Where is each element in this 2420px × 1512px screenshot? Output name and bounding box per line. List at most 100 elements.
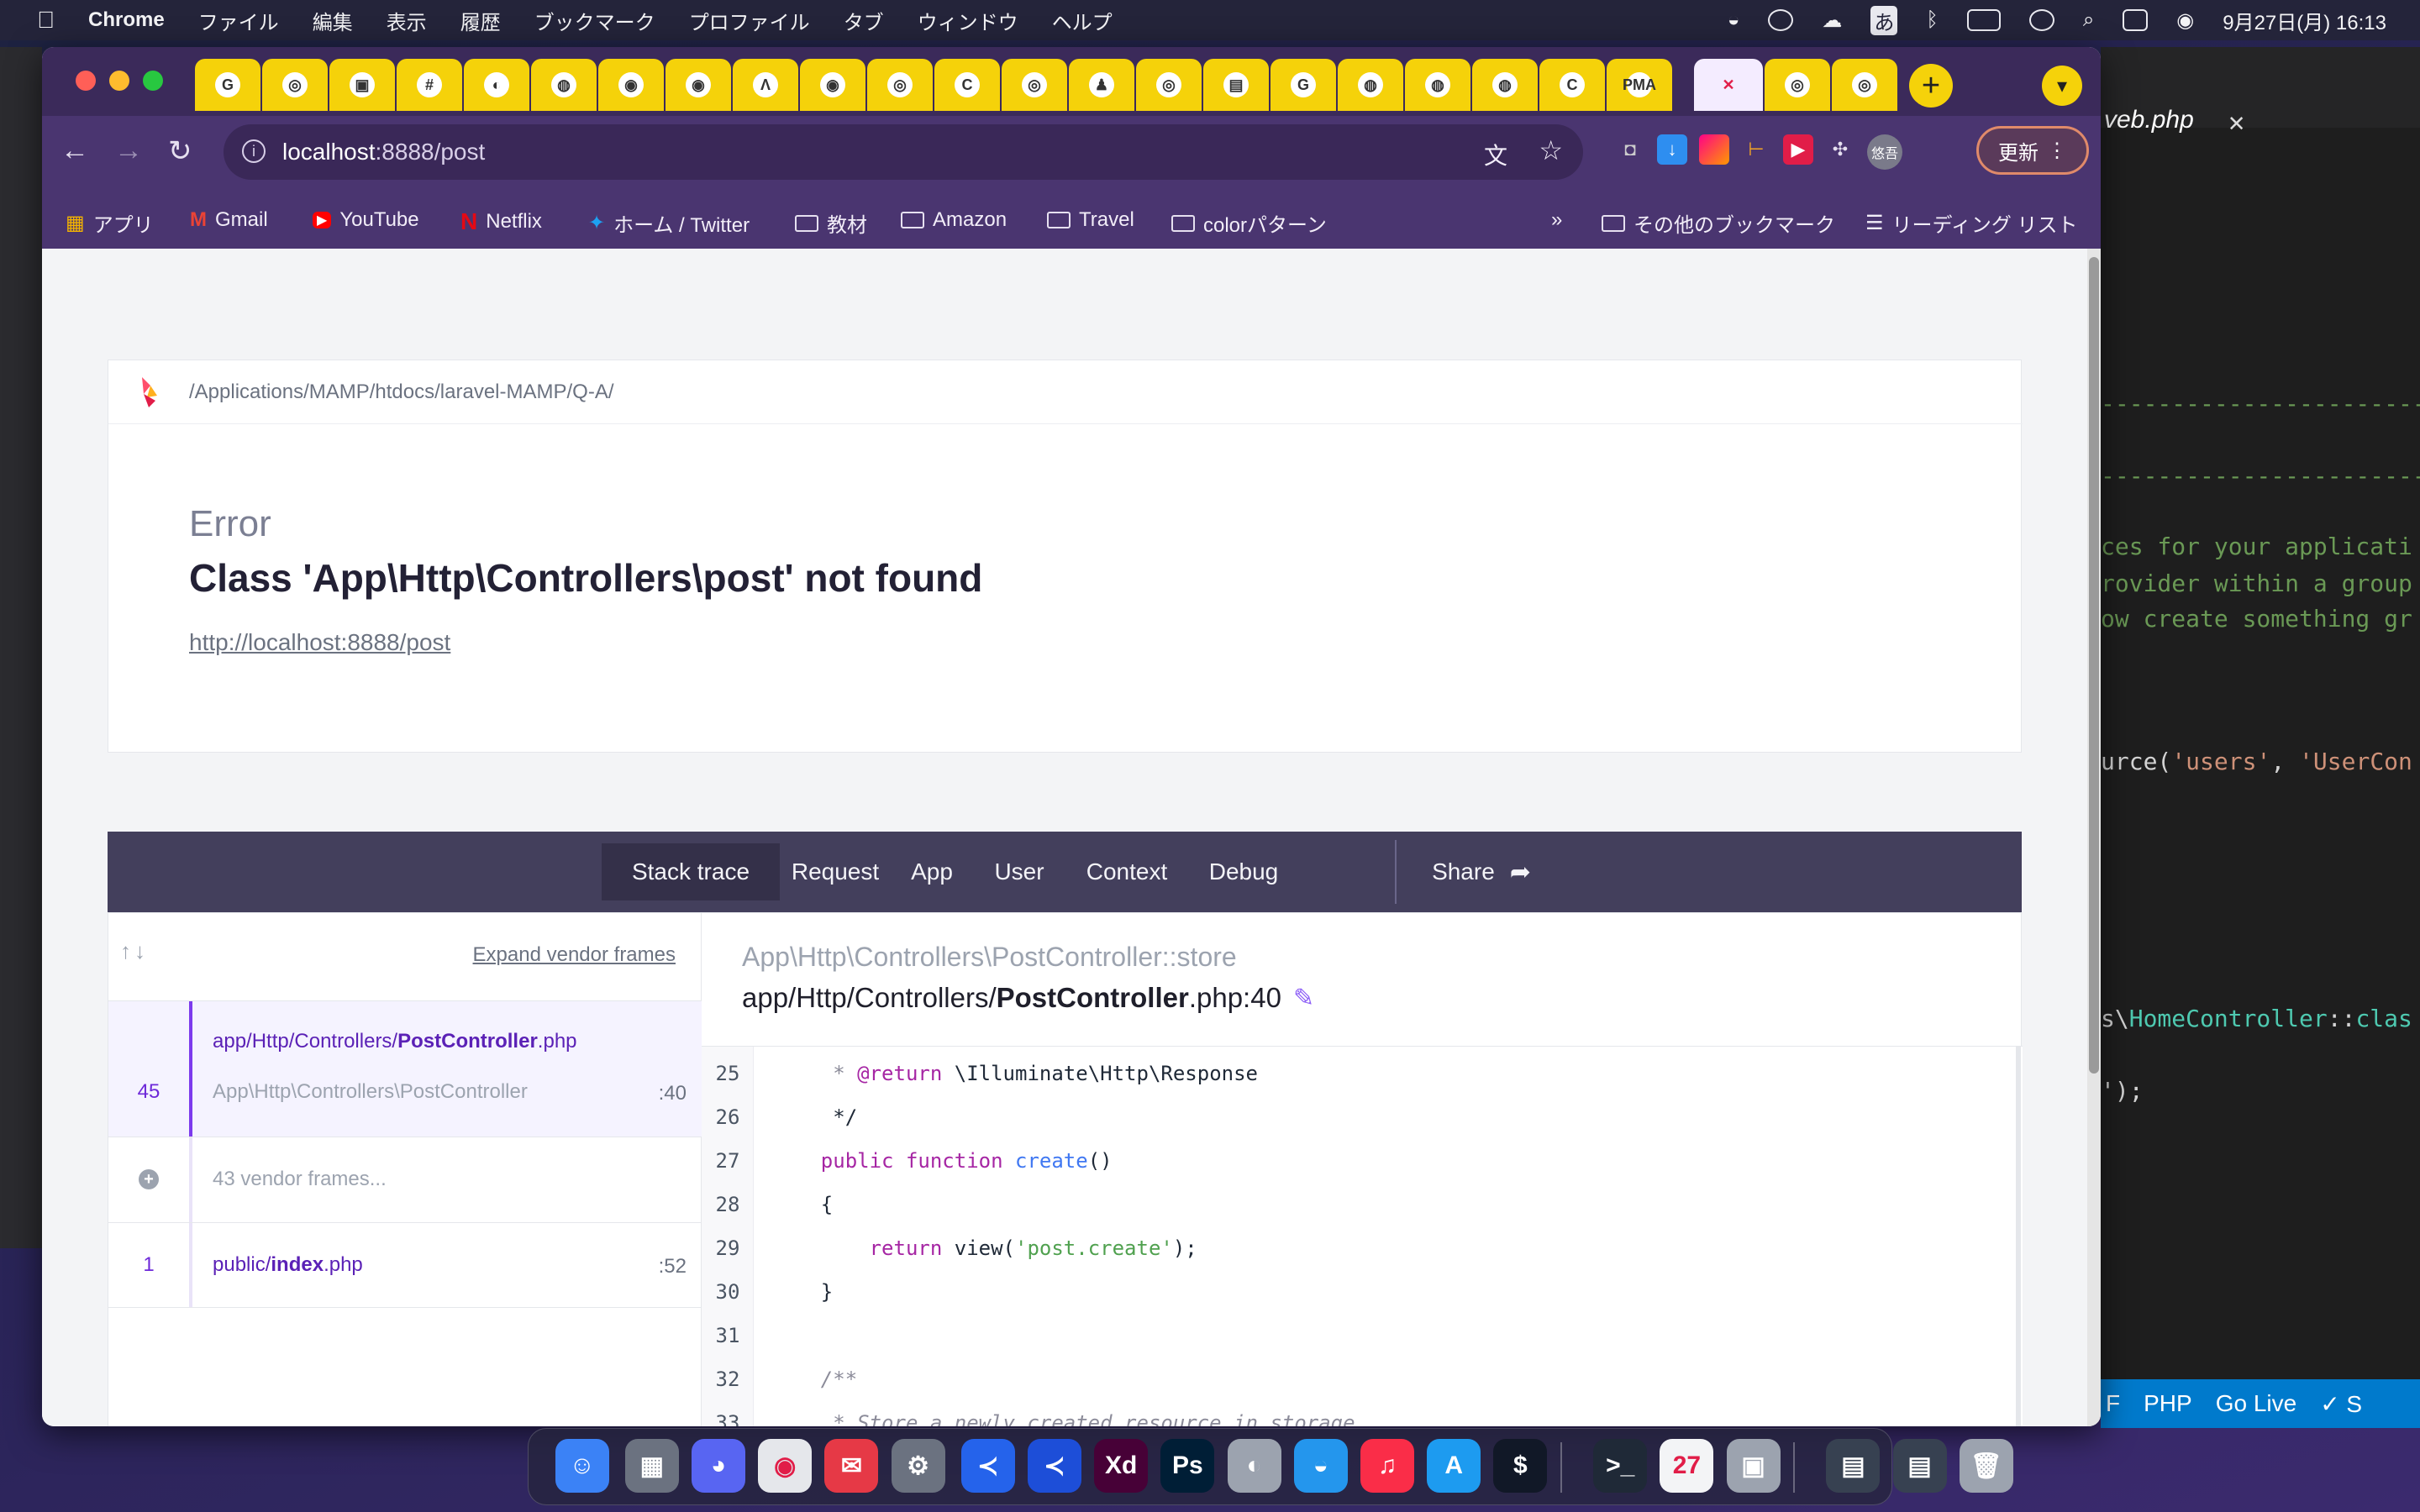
- photoshop-icon[interactable]: Ps: [1160, 1439, 1215, 1493]
- docker-icon[interactable]: ◒: [1293, 1439, 1348, 1493]
- browser-tab[interactable]: PMA: [1607, 59, 1672, 111]
- status-go-live[interactable]: Go Live: [2216, 1390, 2297, 1417]
- status-item[interactable]: F: [2106, 1390, 2120, 1417]
- maximize-window-button[interactable]: [143, 71, 163, 91]
- trash-icon[interactable]: 🗑: [1959, 1439, 2013, 1493]
- video-extension-icon[interactable]: ▶: [1783, 134, 1813, 165]
- browser-tab[interactable]: ◍: [531, 59, 597, 111]
- siri-icon[interactable]: ◉: [2176, 8, 2194, 33]
- expand-vendor-frames-link[interactable]: Expand vendor frames: [473, 943, 676, 967]
- edit-pencil-icon[interactable]: ✎: [1293, 984, 1314, 1013]
- user-icon[interactable]: [2028, 9, 2054, 31]
- address-bar[interactable]: i localhost:8888/post 文 ☆: [224, 124, 1583, 180]
- finder-icon[interactable]: ☺: [555, 1439, 609, 1493]
- tableplus-icon[interactable]: ◐: [1227, 1439, 1281, 1493]
- vscode-tab-close-icon[interactable]: ✕: [2228, 106, 2244, 138]
- chrome-icon[interactable]: ◉: [758, 1439, 813, 1493]
- browser-tab[interactable]: #: [397, 59, 462, 111]
- tab-app[interactable]: App: [891, 843, 973, 900]
- reload-button[interactable]: ↻: [168, 134, 192, 168]
- stack-frame-selected[interactable]: 45 app/Http/Controllers/PostController.p…: [108, 1000, 702, 1137]
- bookmark-other[interactable]: その他のブックマーク: [1602, 208, 1835, 238]
- browser-tab[interactable]: ◎: [867, 59, 933, 111]
- bookmark-star-icon[interactable]: ☆: [1539, 134, 1563, 166]
- tab-active[interactable]: ✕: [1694, 59, 1763, 111]
- menu-edit[interactable]: 編集: [313, 6, 353, 35]
- browser-tab[interactable]: C: [934, 59, 1000, 111]
- translate-icon[interactable]: 文: [1484, 138, 1507, 171]
- tab-debug[interactable]: Debug: [1188, 843, 1299, 900]
- menu-window[interactable]: ウィンドウ: [918, 6, 1018, 35]
- browser-tab[interactable]: G: [1270, 59, 1336, 111]
- menu-app-name[interactable]: Chrome: [88, 8, 165, 32]
- browser-tab[interactable]: ◎: [1002, 59, 1067, 111]
- bookmark-folder-travel[interactable]: Travel: [1047, 208, 1134, 232]
- calendar-icon[interactable]: 27: [1660, 1439, 1714, 1493]
- music-icon[interactable]: ♫: [1360, 1439, 1414, 1493]
- menu-history[interactable]: 履歴: [460, 6, 501, 35]
- browser-tab[interactable]: C: [1539, 59, 1605, 111]
- bookmark-youtube[interactable]: ▶ YouTube: [313, 208, 419, 232]
- browser-tab[interactable]: ▣: [329, 59, 395, 111]
- frame-nav-arrows-icon[interactable]: ↑↓: [120, 938, 149, 964]
- menu-view[interactable]: 表示: [387, 6, 427, 35]
- site-info-icon[interactable]: i: [242, 139, 266, 163]
- discord-icon[interactable]: ◕: [692, 1439, 746, 1493]
- bookmark-folder-colorpattern[interactable]: colorパターン: [1171, 208, 1327, 238]
- vendor-frames-collapsed[interactable]: + 43 vendor frames...: [108, 1137, 702, 1222]
- error-url-link[interactable]: http://localhost:8888/post: [189, 629, 450, 656]
- bookmark-folder-kyozai[interactable]: 教材: [795, 208, 867, 238]
- extensions-puzzle-icon[interactable]: ✣: [1825, 134, 1855, 165]
- browser-tab[interactable]: ◐: [464, 59, 529, 111]
- bluetooth-icon[interactable]: ᛒ: [1926, 8, 1938, 32]
- bookmark-apps[interactable]: ▦ アプリ: [66, 208, 154, 238]
- terminal-icon[interactable]: >_: [1593, 1439, 1648, 1493]
- control-center-icon[interactable]: [2123, 9, 2149, 31]
- browser-tab[interactable]: ◎: [1832, 59, 1897, 111]
- browser-tab[interactable]: ◉: [666, 59, 731, 111]
- creative-cloud-icon[interactable]: ☁: [1822, 8, 1842, 33]
- spotlight-search-icon[interactable]: ⌕: [2083, 8, 2094, 32]
- browser-tab[interactable]: ◉: [598, 59, 664, 111]
- tab-request[interactable]: Request: [780, 843, 891, 900]
- minimize-window-button[interactable]: [109, 71, 129, 91]
- browser-tab[interactable]: ♟: [1069, 59, 1134, 111]
- forward-button[interactable]: →: [114, 134, 143, 167]
- stack-frame[interactable]: 1 public/index.php :52: [108, 1222, 702, 1308]
- gradient-extension-icon[interactable]: [1699, 134, 1729, 165]
- time-machine-icon[interactable]: [1768, 9, 1794, 31]
- vscode-tab-title[interactable]: veb.php: [2102, 106, 2287, 150]
- browser-tab[interactable]: ◍: [1405, 59, 1470, 111]
- bookmark-folder-amazon[interactable]: Amazon: [901, 208, 1007, 232]
- browser-tab[interactable]: ◍: [1472, 59, 1538, 111]
- screenshot-extension-icon[interactable]: ◘: [1615, 134, 1645, 165]
- browser-tab[interactable]: ▤: [1203, 59, 1269, 111]
- menu-tab[interactable]: タブ: [844, 6, 884, 35]
- launchpad-icon[interactable]: ▦: [624, 1439, 679, 1493]
- menu-help[interactable]: ヘルプ: [1052, 6, 1113, 35]
- close-window-button[interactable]: [76, 71, 96, 91]
- bookmark-twitter[interactable]: ✦ ホーム / Twitter: [588, 208, 750, 238]
- preview-icon[interactable]: ▣: [1726, 1439, 1781, 1493]
- new-tab-button[interactable]: +: [1909, 64, 1953, 108]
- adobe-xd-icon[interactable]: Xd: [1094, 1439, 1149, 1493]
- status-language[interactable]: PHP: [2144, 1390, 2192, 1417]
- window-thumb-2[interactable]: ▤: [1892, 1439, 1947, 1493]
- browser-tab[interactable]: ◉: [800, 59, 865, 111]
- share-button[interactable]: Share ➦: [1410, 843, 1553, 900]
- bookmark-netflix[interactable]: N Netflix: [460, 208, 542, 235]
- code-scrollbar[interactable]: [2016, 1047, 2021, 1426]
- input-method-icon[interactable]: あ: [1870, 5, 1898, 35]
- clock-datetime[interactable]: 9月27日(月) 16:13: [2223, 6, 2386, 35]
- tab-user[interactable]: User: [973, 843, 1065, 900]
- browser-tab[interactable]: G: [195, 59, 260, 111]
- bookmark-gmail[interactable]: M Gmail: [190, 208, 268, 232]
- mail-icon[interactable]: ✉: [824, 1439, 879, 1493]
- browser-tab[interactable]: Λ: [733, 59, 798, 111]
- bookmarks-overflow-button[interactable]: »: [1551, 208, 1562, 232]
- tab-context[interactable]: Context: [1065, 843, 1188, 900]
- tag-extension-icon[interactable]: ⊢: [1741, 134, 1771, 165]
- update-button[interactable]: 更新 ⋮: [1976, 126, 2089, 175]
- apple-menu-icon[interactable]: : [37, 7, 55, 34]
- browser-tab[interactable]: ◎: [1765, 59, 1830, 111]
